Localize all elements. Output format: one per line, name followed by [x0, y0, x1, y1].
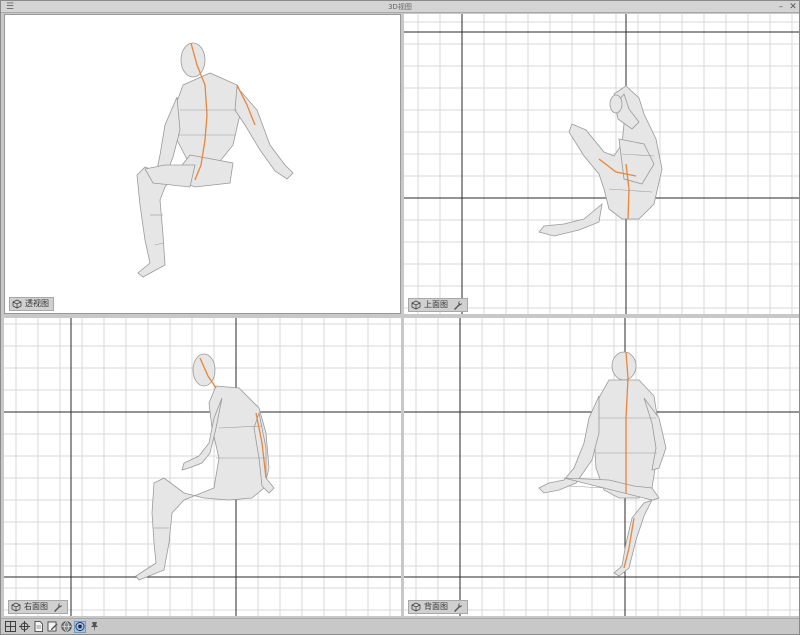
perspective-view-label[interactable]: 透视图	[9, 297, 54, 311]
back-viewport[interactable]: 背面图	[404, 318, 799, 616]
close-icon[interactable]: ✕	[787, 1, 799, 13]
sphere-icon[interactable]	[60, 621, 72, 633]
minimize-icon[interactable]: –	[775, 1, 787, 13]
top-view-name: 上面图	[424, 300, 448, 309]
mannequin-perspective[interactable]	[5, 15, 401, 314]
back-view-label[interactable]: 背面图	[408, 600, 468, 614]
app-window: ☰ 3D视图 – ✕ 透视图 上面图 右面图 背面图	[0, 0, 800, 635]
right-viewport[interactable]: 右面图	[4, 318, 401, 616]
layout-grid-icon[interactable]	[4, 621, 16, 633]
cube-icon	[411, 300, 421, 310]
cube-icon	[12, 299, 22, 309]
wrench-icon[interactable]	[453, 300, 463, 310]
top-view-label[interactable]: 上面图	[408, 298, 468, 312]
mannequin-right[interactable]	[4, 318, 401, 616]
cube-icon	[11, 602, 21, 612]
wrench-icon[interactable]	[53, 602, 63, 612]
perspective-view-name: 透视图	[25, 299, 49, 308]
perspective-viewport[interactable]: 透视图	[4, 14, 401, 314]
document-icon[interactable]	[32, 621, 44, 633]
wrench-icon[interactable]	[453, 602, 463, 612]
right-view-name: 右面图	[24, 602, 48, 611]
back-view-name: 背面图	[424, 602, 448, 611]
camera-orbit-icon[interactable]	[74, 620, 86, 633]
right-view-label[interactable]: 右面图	[8, 600, 68, 614]
top-viewport[interactable]: 上面图	[404, 14, 799, 314]
bottom-toolbar	[1, 618, 799, 634]
mannequin-back[interactable]	[404, 318, 799, 616]
pin-icon[interactable]	[88, 621, 100, 633]
edit-icon[interactable]	[46, 621, 58, 633]
window-title: 3D视图	[388, 3, 412, 11]
cube-icon	[411, 602, 421, 612]
crosshair-icon[interactable]	[18, 621, 30, 633]
mannequin-top[interactable]	[404, 14, 799, 314]
title-bar: ☰ 3D视图 – ✕	[1, 1, 799, 13]
